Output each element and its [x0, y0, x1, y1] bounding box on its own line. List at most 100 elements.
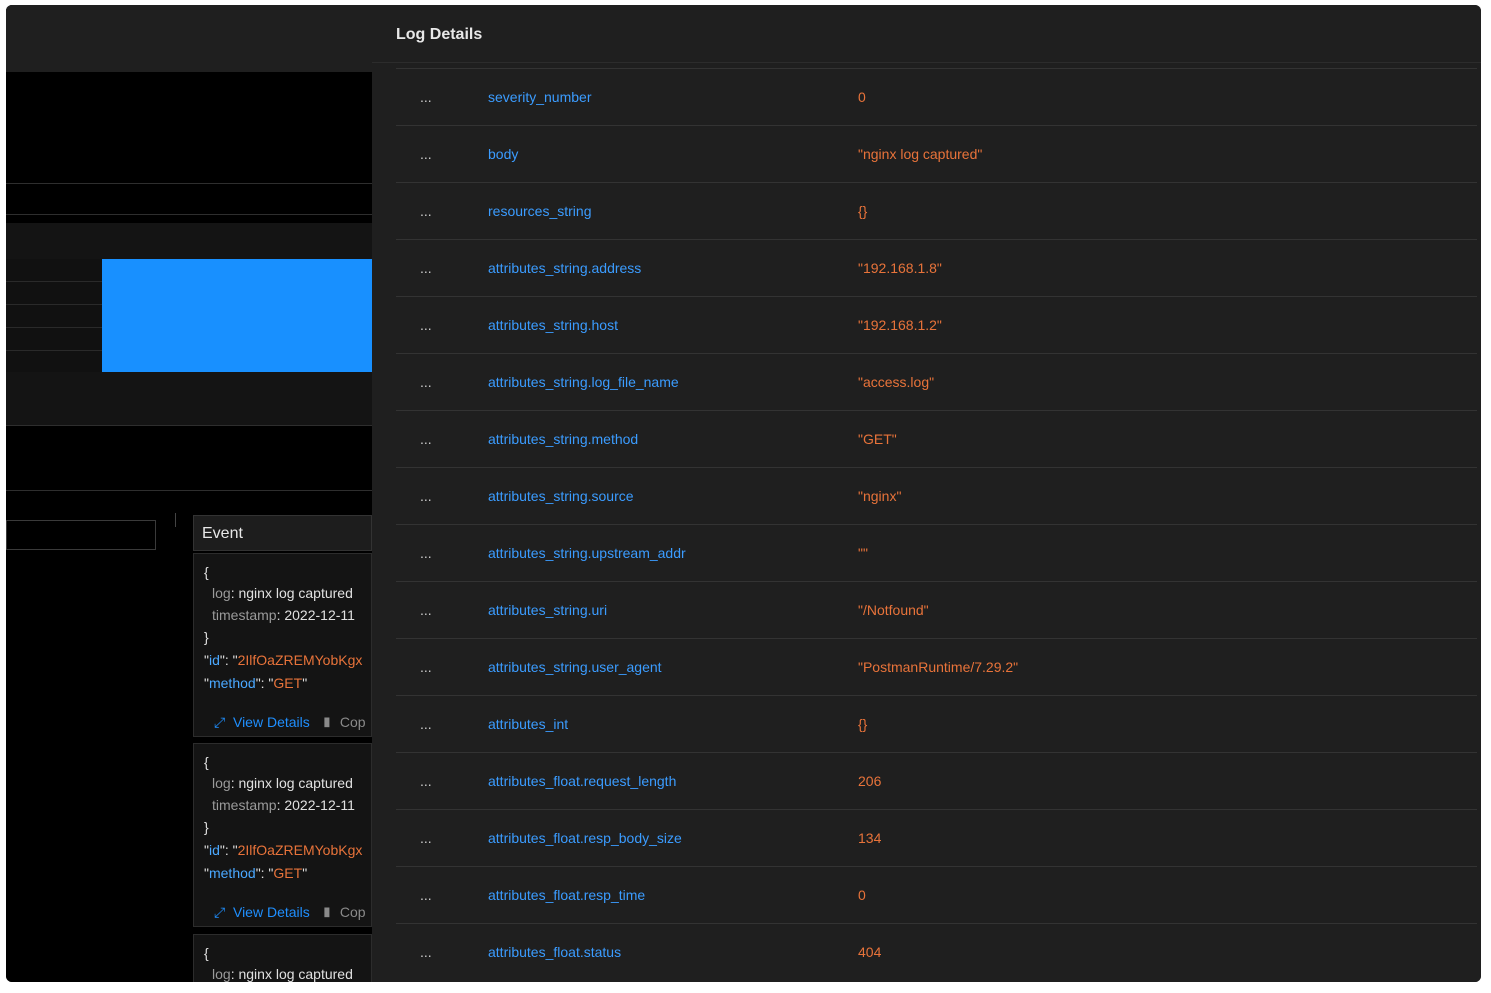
field-value: "": [858, 545, 868, 561]
field-name: attributes_float.request_length: [488, 773, 677, 789]
table-row: ... attributes_string.uri "/Notfound": [396, 581, 1477, 637]
log-line: log: nginx log captured: [212, 966, 353, 982]
row-actions-menu[interactable]: ...: [420, 488, 432, 504]
divider: [6, 214, 372, 215]
field-value: "nginx": [858, 488, 902, 504]
method-value: GET: [273, 675, 303, 691]
search-input[interactable]: [6, 520, 156, 550]
card-actions: ⤢ View Details ▮ Cop: [214, 714, 366, 731]
field-name: attributes_string.address: [488, 260, 642, 276]
field-value: "/Notfound": [858, 602, 929, 618]
id-line: "id": "2IlfOaZREMYobKgx: [204, 652, 363, 668]
drawer-title: Log Details: [396, 26, 483, 43]
row-actions-menu[interactable]: ...: [420, 374, 432, 390]
row-actions-menu[interactable]: ...: [420, 431, 432, 447]
log-key: log: [212, 966, 231, 982]
histogram-bar[interactable]: [102, 259, 372, 372]
log-value: nginx log captured: [238, 585, 353, 601]
row-actions-menu[interactable]: ...: [420, 716, 432, 732]
row-actions-menu[interactable]: ...: [420, 659, 432, 675]
field-value: "192.168.1.2": [858, 317, 942, 333]
id-value: 2IlfOaZREMYobKgx: [237, 842, 363, 858]
event-card[interactable]: { log: nginx log captured timestamp: 202…: [193, 553, 372, 737]
field-value: "PostmanRuntime/7.29.2": [858, 659, 1019, 675]
row-actions-menu[interactable]: ...: [420, 260, 432, 276]
table-row: ... body "nginx log captured": [396, 125, 1477, 181]
copy-button[interactable]: Cop: [340, 714, 366, 730]
field-name: attributes_string.log_file_name: [488, 374, 679, 390]
copy-icon[interactable]: ▮: [321, 904, 332, 920]
row-actions-menu[interactable]: ...: [420, 944, 432, 960]
field-name: attributes_string.user_agent: [488, 659, 662, 675]
id-line: "id": "2IlfOaZREMYobKgx: [204, 842, 363, 858]
event-header-label: Event: [202, 525, 243, 542]
field-value: {}: [858, 203, 868, 219]
view-details-button[interactable]: View Details: [233, 904, 310, 920]
row-actions-menu[interactable]: ...: [420, 887, 432, 903]
field-name: attributes_float.status: [488, 944, 622, 960]
event-card[interactable]: { log: nginx log captured timestamp: 202…: [193, 743, 372, 927]
table-row: ... attributes_string.upstream_addr "": [396, 524, 1477, 580]
field-name: attributes_string.upstream_addr: [488, 545, 686, 561]
row-actions-menu[interactable]: ...: [420, 146, 432, 162]
field-name: severity_number: [488, 89, 592, 105]
histogram-header: [6, 223, 372, 259]
field-name: attributes_string.host: [488, 317, 618, 333]
view-details-button[interactable]: View Details: [233, 714, 310, 730]
row-actions-menu[interactable]: ...: [420, 89, 432, 105]
open-brace: {: [204, 945, 209, 961]
event-card[interactable]: { log: nginx log captured: [193, 934, 372, 982]
method-key: method: [208, 865, 256, 881]
field-name: attributes_int: [488, 716, 569, 732]
log-value: nginx log captured: [238, 775, 353, 791]
method-value: GET: [273, 865, 303, 881]
top-bar: [6, 5, 372, 72]
log-line: log: nginx log captured: [212, 585, 353, 601]
method-line: "method": "GET": [204, 675, 308, 691]
field-value: "nginx log captured": [858, 146, 983, 162]
table-row: ... attributes_string.source "nginx": [396, 467, 1477, 523]
close-brace: }: [204, 629, 209, 645]
copy-button[interactable]: Cop: [340, 904, 366, 920]
row-actions-menu[interactable]: ...: [420, 602, 432, 618]
divider: [372, 62, 1481, 63]
row-actions-menu[interactable]: ...: [420, 830, 432, 846]
row-actions-menu[interactable]: ...: [420, 203, 432, 219]
copy-icon[interactable]: ▮: [321, 714, 332, 730]
log-line: log: nginx log captured: [212, 775, 353, 791]
log-value: nginx log captured: [238, 966, 353, 982]
grid-line: [6, 304, 102, 305]
timestamp-key: timestamp: [212, 607, 277, 623]
table-row: ... resources_string {}: [396, 182, 1477, 238]
app-window: Event { log: nginx log captured timestam…: [6, 5, 1481, 982]
grid-line: [6, 350, 102, 351]
histogram-footer: [6, 372, 372, 425]
row-actions-menu[interactable]: ...: [420, 773, 432, 789]
expand-icon[interactable]: ⤢: [214, 714, 225, 730]
event-column-header: Event: [193, 515, 372, 551]
open-brace: {: [204, 754, 209, 770]
field-value: "GET": [858, 431, 897, 447]
method-key: method: [208, 675, 256, 691]
field-name: attributes_string.uri: [488, 602, 608, 618]
table-row: ... attributes_string.address "192.168.1.8…: [396, 239, 1477, 295]
field-name: attributes_float.resp_body_size: [488, 830, 682, 846]
log-details-table: ... severity_number 0... body "nginx log cap…: [396, 68, 1477, 979]
row-actions-menu[interactable]: ...: [420, 545, 432, 561]
timestamp-key: timestamp: [212, 797, 277, 813]
row-actions-menu[interactable]: ...: [420, 317, 432, 333]
expand-icon[interactable]: ⤢: [214, 904, 225, 920]
table-row: ... attributes_float.resp_body_size 134: [396, 809, 1477, 865]
table-row: ... attributes_int {}: [396, 695, 1477, 751]
field-name: attributes_float.resp_time: [488, 887, 646, 903]
divider: [6, 490, 372, 491]
table-row: ... attributes_string.user_agent "PostmanR…: [396, 638, 1477, 694]
grid-line: [6, 281, 102, 282]
table-row: ... attributes_string.log_file_name "acces…: [396, 353, 1477, 409]
id-value: 2IlfOaZREMYobKgx: [237, 652, 363, 668]
field-name: attributes_string.method: [488, 431, 639, 447]
field-value: "192.168.1.8": [858, 260, 942, 276]
log-key: log: [212, 775, 231, 791]
grid-line: [6, 327, 102, 328]
field-value: 134: [858, 830, 882, 846]
